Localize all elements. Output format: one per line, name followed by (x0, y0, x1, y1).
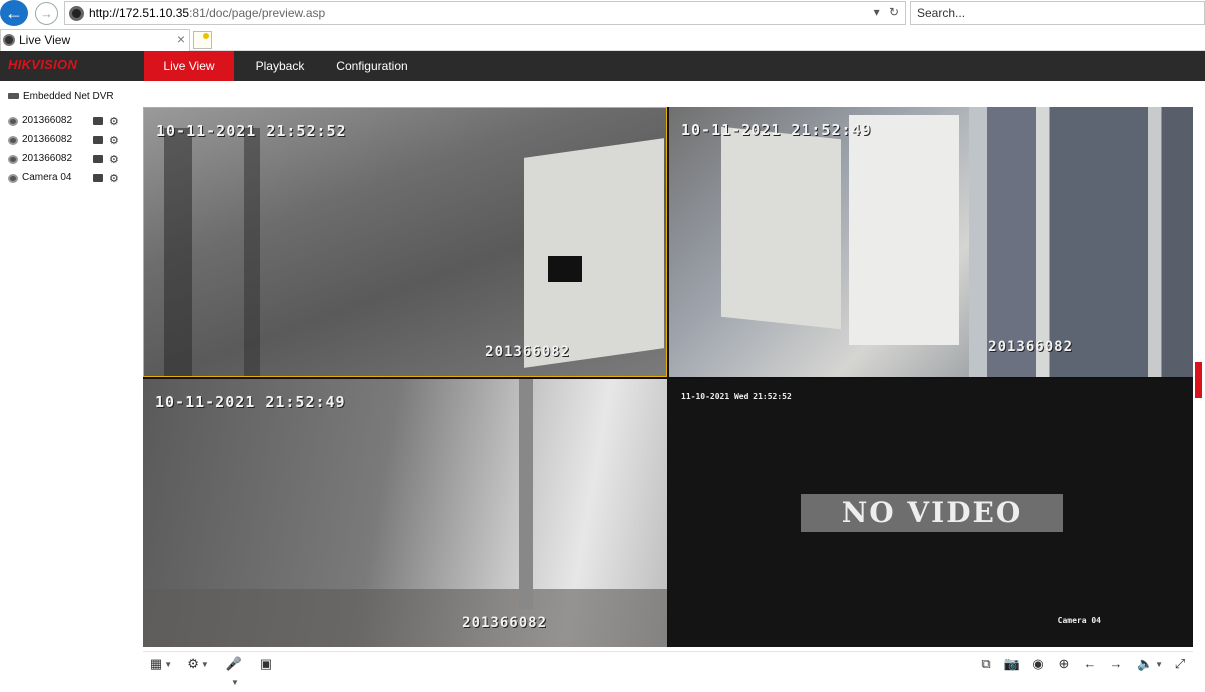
ptz-icon[interactable]: ⚙ ▼ (185, 655, 211, 673)
camera-item-4[interactable]: Camera 04 ⚙ (8, 172, 128, 186)
chevron-down-icon[interactable]: ▾ (874, 5, 880, 19)
ptz-icon[interactable]: ⚙ (109, 115, 119, 128)
speaker-icon[interactable]: 🔈 ▼ (1135, 655, 1165, 673)
scene-panel (721, 126, 841, 330)
forward-arrow-icon[interactable]: → (35, 2, 58, 25)
new-tab-button[interactable] (193, 31, 212, 49)
no-video-banner: NO VIDEO (801, 494, 1063, 532)
video-window-4[interactable]: 11-10-2021 Wed 21:52:52 NO VIDEO Camera … (669, 379, 1193, 647)
live-view-toolbar: ▦ ▼ ⚙ ▼ 🎤▼ ▣ ⧉ 📷 ◉ ⊕ ← → 🔈 ▼ ⤢ (143, 651, 1193, 687)
scene-rack (969, 107, 1193, 377)
scene-dark-box (548, 256, 582, 282)
stop-all-icon[interactable]: ⧉ (977, 655, 995, 673)
record-icon[interactable]: ◉ (1029, 655, 1047, 673)
next-page-icon[interactable]: → (1107, 655, 1125, 673)
tree-root-dvr[interactable]: Embedded Net DVR (8, 91, 114, 102)
camera-icon (8, 117, 18, 126)
device-tree: Embedded Net DVR 201366082 ⚙ 201366082 ⚙… (0, 81, 140, 678)
video-window-2[interactable]: 10-11-2021 21:52:49 201366082 (669, 107, 1193, 377)
camera-icon (8, 136, 18, 145)
record-icon[interactable] (93, 174, 103, 182)
zoom-icon[interactable]: ⊕ (1055, 655, 1073, 673)
back-arrow-icon[interactable]: ← (0, 0, 28, 26)
camera-icon (8, 155, 18, 164)
dvr-icon (8, 93, 19, 100)
camera-item-1[interactable]: 201366082 ⚙ (8, 115, 128, 129)
site-icon (69, 6, 84, 21)
menu-configuration[interactable]: Configuration (330, 51, 414, 81)
browser-address-bar: ← → http://172.51.10.35:81/doc/page/prev… (0, 0, 1205, 27)
record-icon[interactable] (93, 155, 103, 163)
browser-tab-bar: Live View × (0, 27, 1205, 51)
video-grid: 10-11-2021 21:52:52 201366082 10-11-2021… (143, 107, 1193, 647)
camera-capture-icon[interactable]: 📷 (1003, 655, 1021, 673)
url-input[interactable]: http://172.51.10.35:81/doc/page/preview.… (64, 1, 906, 25)
record-icon[interactable] (93, 117, 103, 125)
monitor-icon[interactable]: ▣ (257, 655, 275, 673)
tab-favicon-icon (3, 34, 15, 46)
menu-live-view[interactable]: Live View (144, 51, 234, 81)
menu-playback[interactable]: Playback (244, 51, 316, 81)
scene-door-frame (164, 128, 364, 376)
tab-live-view[interactable]: Live View × (0, 29, 190, 51)
microphone-icon[interactable]: 🎤▼ (221, 655, 247, 687)
video-window-1[interactable]: 10-11-2021 21:52:52 201366082 (143, 107, 667, 377)
scene-cabinet (524, 138, 664, 368)
video-window-3[interactable]: 10-11-2021 21:52:49 201366082 (143, 379, 667, 647)
camera-item-3[interactable]: 201366082 ⚙ (8, 153, 128, 167)
scene-cabinet (849, 115, 959, 345)
camera-item-2[interactable]: 201366082 ⚙ (8, 134, 128, 148)
side-panel-toggle[interactable] (1195, 362, 1202, 398)
camera-icon (8, 174, 18, 183)
record-icon[interactable] (93, 136, 103, 144)
ptz-icon[interactable]: ⚙ (109, 134, 119, 147)
scene-floor (143, 589, 667, 647)
search-input[interactable]: Search... (910, 1, 1205, 25)
hikvision-logo: HIKVISION (8, 57, 78, 72)
app-header: HIKVISION Live View Playback Configurati… (0, 51, 1205, 81)
url-text: http://172.51.10.35:81/doc/page/preview.… (89, 6, 326, 20)
refresh-icon[interactable]: ↻ (889, 5, 899, 19)
grid-layout-icon[interactable]: ▦ ▼ (147, 655, 175, 673)
ptz-icon[interactable]: ⚙ (109, 172, 119, 185)
close-icon[interactable]: × (177, 31, 185, 47)
previous-page-icon[interactable]: ← (1081, 655, 1099, 673)
scene-door-edge (519, 379, 533, 609)
fullscreen-icon[interactable]: ⤢ (1171, 655, 1189, 673)
ptz-icon[interactable]: ⚙ (109, 153, 119, 166)
